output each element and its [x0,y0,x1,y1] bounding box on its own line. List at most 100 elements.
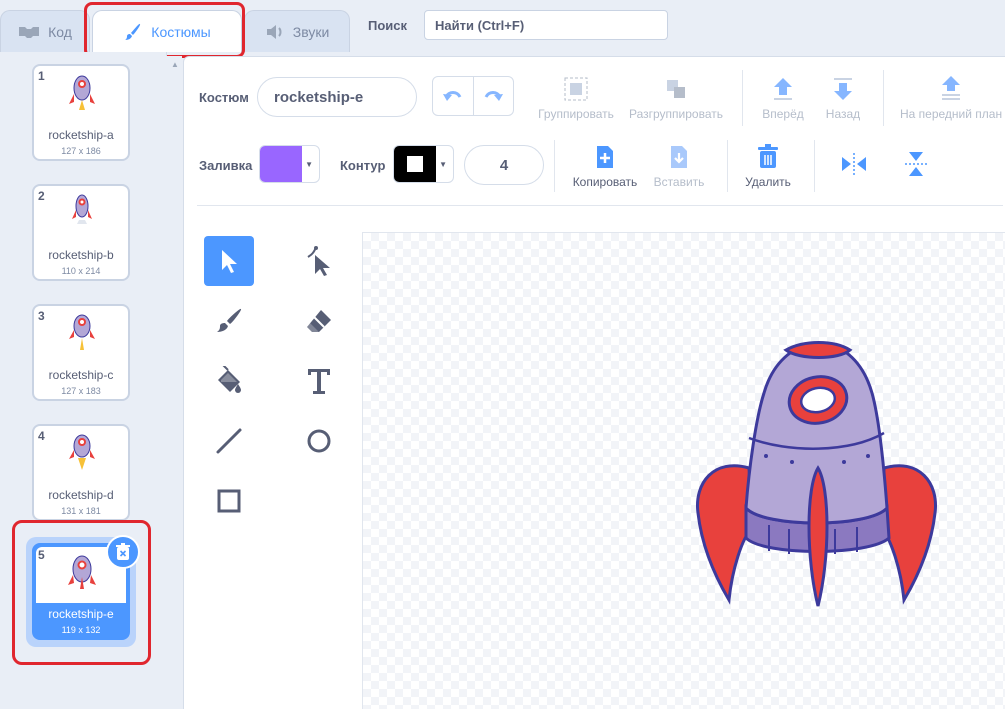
group-label: Группировать [538,107,614,121]
forward-label: Вперёд [762,107,804,121]
costume-name: rocketship-c [48,368,114,382]
costume-name-label: Костюм [199,90,249,105]
rocket-thumbnail-icon [72,194,92,224]
select-tool[interactable] [204,236,254,286]
toolbar-divider [727,140,728,192]
circle-tool[interactable] [294,416,344,466]
front-label: На передний план [900,107,1003,121]
ungroup-icon [667,80,685,98]
costume-size: 127 x 186 [61,146,101,156]
speaker-icon [265,24,285,40]
forward-button[interactable]: Вперёд [756,75,810,121]
fill-color-picker[interactable]: ▼ [259,145,320,183]
costume-size: 131 x 181 [61,506,101,516]
outline-width-input[interactable]: 4 [464,145,544,185]
rocket-thumbnail-icon [69,314,95,350]
backward-button[interactable]: Назад [818,75,868,121]
costume-item[interactable]: 4 rocketship-d 131 x 181 [32,424,130,521]
search-label: Поиск [368,18,408,33]
forward-icon [774,78,792,100]
rectangle-icon [217,489,241,513]
costume-name-input[interactable]: rocketship-e [257,77,417,117]
reshape-tool[interactable] [294,236,344,286]
top-bar: Код Костюмы Звуки Поиск Найти (Ctrl+F) [0,0,1005,58]
fill-tool[interactable] [204,356,254,406]
rectangle-tool[interactable] [204,476,254,526]
undo-button[interactable] [433,77,473,115]
outline-swatch [394,146,436,182]
copy-icon [597,146,613,168]
rocket-thumbnail-icon [69,75,95,110]
toolbar-divider [883,70,884,126]
fill-bucket-icon [218,366,241,393]
costume-size: 127 x 183 [61,386,101,396]
trash-icon [758,144,778,168]
costume-number: 4 [38,429,45,443]
fill-label: Заливка [199,158,253,173]
ungroup-label: Разгруппировать [628,107,723,121]
left-fin [696,464,754,605]
costumes-tab-highlight [84,2,245,58]
costume-name: rocketship-d [48,488,114,502]
eraser-tool[interactable] [294,296,344,346]
chevron-down-icon: ▼ [305,160,313,169]
paste-button[interactable]: Вставить [648,143,710,189]
code-blocks-icon [18,25,40,39]
costume-name: rocketship-b [48,248,114,262]
backward-label: Назад [825,107,861,121]
copy-label: Копировать [572,175,638,189]
reshape-icon [307,246,330,276]
select-icon [222,250,237,273]
costume-name: rocketship-a [48,128,114,142]
chevron-down-icon: ▼ [439,160,447,169]
outline-label: Контур [340,158,386,173]
costume-number: 1 [38,69,45,83]
selected-costume-highlight [12,520,151,665]
flip-vertical-icon [905,152,927,176]
costume-item[interactable]: 3 rocketship-c 127 x 183 [32,304,130,401]
costume-item[interactable]: 1 rocketship-a 127 x 186 [32,64,130,161]
text-tool[interactable] [294,356,344,406]
front-icon [942,76,960,100]
circle-icon [307,429,331,453]
line-tool[interactable] [204,416,254,466]
redo-button[interactable] [472,77,514,115]
brush-icon [217,308,242,332]
group-button[interactable]: Группировать [534,75,618,121]
toolbar-divider [814,140,815,192]
rocket-drawing[interactable] [694,338,940,612]
backward-icon [834,78,852,100]
search-input[interactable]: Найти (Ctrl+F) [424,10,668,40]
line-icon [216,428,242,454]
tab-sounds[interactable]: Звуки [244,10,350,52]
tab-code-label: Код [48,23,72,40]
ungroup-button[interactable]: Разгруппировать [626,75,726,121]
rocket-nose [783,341,853,359]
costume-item[interactable]: 2 rocketship-b 110 x 214 [32,184,130,281]
tab-code[interactable]: Код [0,10,90,52]
front-button[interactable]: На передний план [896,75,1005,121]
scroll-up-arrow-icon[interactable]: ▲ [171,60,179,69]
flip-horizontal-button[interactable] [838,150,870,182]
costume-number: 2 [38,189,45,203]
middle-fin [807,465,829,607]
paste-icon [671,146,687,168]
toolbar-divider [742,70,743,126]
costume-list-scrollbar[interactable] [166,56,182,708]
flip-vertical-button[interactable] [900,150,932,182]
delete-button[interactable]: Удалить [740,143,796,189]
toolbar-divider [554,140,555,192]
outline-color-picker[interactable]: ▼ [393,145,454,183]
fill-swatch [260,146,302,182]
text-tool-icon [308,369,330,394]
costume-number: 3 [38,309,45,323]
delete-label: Удалить [745,175,791,189]
toolbar-bottom-divider [197,205,1003,206]
copy-button[interactable]: Копировать [568,143,642,189]
brush-tool[interactable] [204,296,254,346]
tab-sounds-label: Звуки [292,23,330,40]
group-icon [564,77,588,101]
flip-horizontal-icon [842,153,866,175]
rocket-thumbnail-icon [69,434,95,470]
undo-icon [442,91,462,101]
